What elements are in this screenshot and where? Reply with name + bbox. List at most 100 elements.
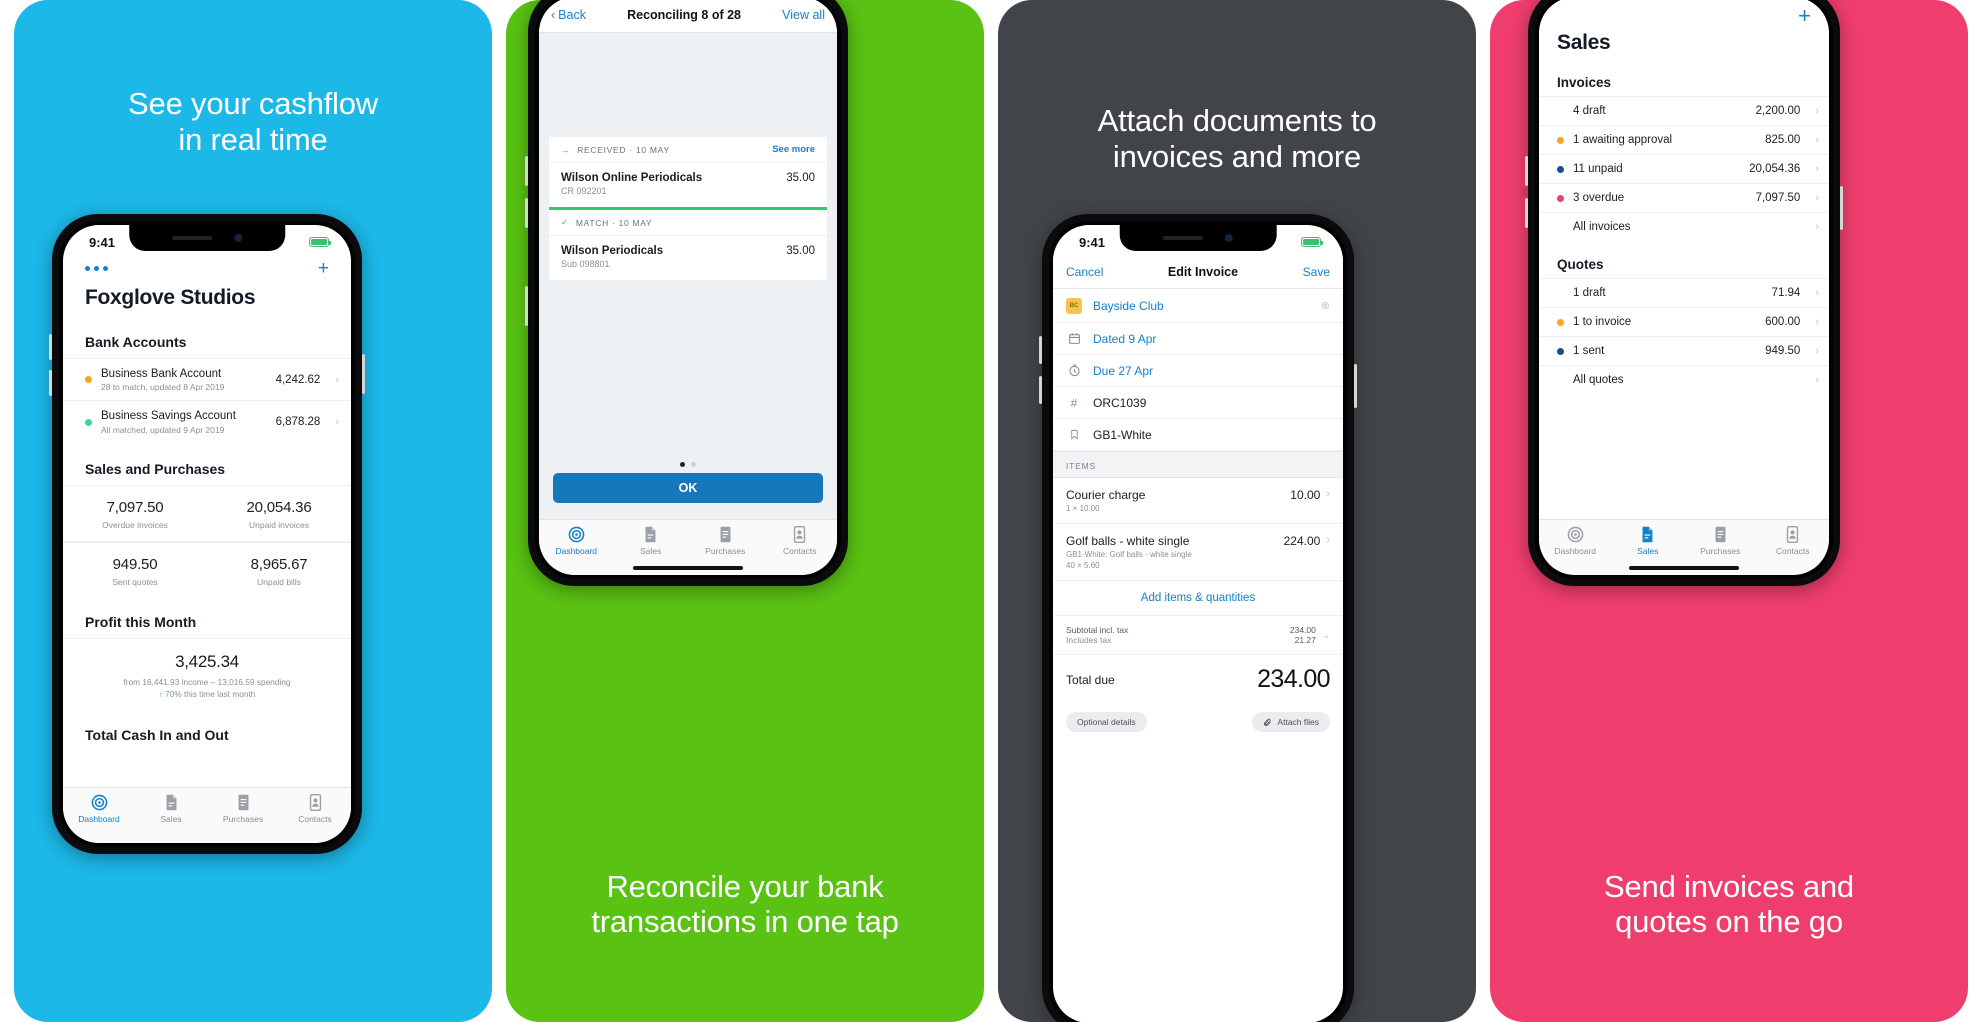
sales-header: plus-icon + (1539, 0, 1829, 27)
due-value: Due 27 Apr (1093, 363, 1154, 378)
power-button[interactable] (1354, 364, 1357, 408)
chevron-down-icon[interactable]: ⌄ (1323, 630, 1330, 641)
field-due[interactable]: Due 27 Apr (1053, 355, 1343, 387)
all-quotes-row[interactable]: All quotes › (1539, 365, 1829, 394)
tab-label: Sales (160, 814, 182, 824)
stat-cell[interactable]: 7,097.50 Overdue invoices (63, 486, 207, 541)
see-more-button[interactable]: See more (772, 144, 815, 155)
tab-label: Contacts (1775, 546, 1810, 556)
more-options-icon[interactable] (85, 266, 108, 271)
tab-dashboard[interactable]: Dashboard (1539, 526, 1612, 556)
page-dot[interactable] (691, 462, 696, 467)
invoice-row[interactable]: 3 overdue 7,097.50 › (1539, 183, 1829, 212)
add-button[interactable]: + (1798, 5, 1811, 27)
received-body: Wilson Online Periodicals CR 092201 35.0… (549, 163, 827, 207)
quote-value: 949.50 (1765, 345, 1801, 357)
tab-purchases[interactable]: Purchases (207, 794, 279, 824)
field-contact[interactable]: BC Bayside Club ⊗ (1053, 289, 1343, 323)
volume-down-button[interactable] (525, 198, 528, 228)
bank-account-row[interactable]: Business Bank Account 28 to match, updat… (63, 358, 351, 400)
clear-icon[interactable]: ⊗ (1321, 299, 1330, 312)
ok-button[interactable]: OK (553, 473, 823, 503)
invoice-item-row[interactable]: Golf balls - white single GB1-White: Gol… (1053, 524, 1343, 581)
page-dot-active[interactable] (680, 462, 685, 467)
bank-account-row[interactable]: Business Savings Account All matched, up… (63, 400, 351, 442)
view-all-button[interactable]: View all (782, 8, 825, 22)
dated-value: Dated 9 Apr (1093, 331, 1157, 346)
attach-files-button[interactable]: Attach files (1252, 712, 1330, 732)
document-icon (166, 794, 176, 811)
chevron-right-icon: › (1326, 534, 1330, 546)
chevron-right-icon: › (1815, 192, 1819, 204)
subtotal-row[interactable]: Subtotal incl. tax Includes tax 234.00 2… (1053, 616, 1343, 655)
stat-cell[interactable]: 949.50 Sent quotes (63, 541, 207, 598)
items-section-header: ITEMS (1053, 451, 1343, 478)
power-button[interactable] (1840, 186, 1843, 230)
field-reference[interactable]: # ORC1039 (1053, 387, 1343, 419)
tab-purchases[interactable]: Purchases (1684, 526, 1757, 556)
contacts-icon (794, 526, 806, 543)
panel-cashflow: See your cashflow in real time 9:41 + Fo… (14, 0, 492, 1022)
quote-row[interactable]: 1 sent 949.50 › (1539, 336, 1829, 365)
invoice-label: All invoices (1573, 221, 1631, 233)
tab-purchases[interactable]: Purchases (688, 526, 763, 556)
tab-sales[interactable]: Sales (614, 526, 689, 556)
tax-value: 21.27 (1294, 635, 1316, 645)
power-button[interactable] (362, 354, 365, 394)
section-invoices: Invoices (1557, 75, 1612, 90)
invoice-row[interactable]: 4 draft 2,200.00 › (1539, 96, 1829, 125)
tab-contacts[interactable]: Contacts (1757, 526, 1830, 556)
volume-down-button[interactable] (1525, 198, 1528, 228)
profit-summary[interactable]: 3,425.34 from 16,441.93 income – 13,016.… (63, 637, 351, 711)
match-card[interactable]: ✓ MATCH · 10 MAY Wilson Periodicals Sub … (549, 210, 827, 280)
quote-row[interactable]: 1 to invoice 600.00 › (1539, 307, 1829, 336)
add-icon[interactable]: + (318, 259, 329, 278)
cancel-button[interactable]: Cancel (1066, 265, 1103, 279)
stat-cell[interactable]: 8,965.67 Unpaid bills (207, 541, 351, 598)
back-button[interactable]: ‹ Back (551, 8, 586, 22)
quote-row[interactable]: 1 draft 71.94 › (1539, 278, 1829, 307)
account-sub: 28 to match, updated 8 Apr 2019 (101, 382, 225, 393)
volume-up-button[interactable] (525, 156, 528, 186)
panel-four-headline: Send invoices and quotes on the go (1490, 869, 1968, 940)
document-icon (1642, 526, 1653, 543)
panel-one-headline: See your cashflow in real time (14, 86, 492, 157)
field-dated[interactable]: Dated 9 Apr (1053, 323, 1343, 355)
tab-sales[interactable]: Sales (1612, 526, 1685, 556)
add-items-button[interactable]: Add items & quantities (1053, 581, 1343, 616)
home-indicator[interactable] (1629, 566, 1739, 570)
tab-dashboard[interactable]: Dashboard (539, 526, 614, 556)
earpiece-speaker (171, 236, 212, 240)
stat-cell[interactable]: 20,054.36 Unpaid invoices (207, 486, 351, 541)
volume-up-button[interactable] (1039, 336, 1042, 364)
quote-label: All quotes (1573, 374, 1624, 386)
stat-value: 949.50 (112, 555, 158, 573)
tab-contacts[interactable]: Contacts (763, 526, 838, 556)
save-button[interactable]: Save (1303, 265, 1330, 279)
contact-avatar-icon: BC (1066, 297, 1082, 314)
volume-up-button[interactable] (1525, 156, 1528, 186)
tab-sales[interactable]: Sales (135, 794, 207, 824)
tab-label: Purchases (1700, 546, 1741, 556)
volume-down-button[interactable] (49, 370, 52, 396)
headline-line-1: See your cashflow (128, 86, 378, 121)
all-invoices-row[interactable]: All invoices › (1539, 212, 1829, 241)
chevron-right-icon: › (335, 373, 339, 386)
tab-dashboard[interactable]: Dashboard (63, 794, 135, 824)
received-card[interactable]: → RECEIVED · 10 MAY See more Wilson Onli… (549, 137, 827, 207)
home-indicator[interactable] (633, 566, 743, 570)
power-button[interactable] (525, 286, 528, 326)
stats-grid-row-2: 949.50 Sent quotes 8,965.67 Unpaid bills (63, 540, 351, 598)
field-tag[interactable]: GB1-White (1053, 419, 1343, 451)
optional-details-button[interactable]: Optional details (1066, 712, 1147, 732)
invoice-row[interactable]: 11 unpaid 20,054.36 › (1539, 154, 1829, 183)
volume-down-button[interactable] (1039, 376, 1042, 404)
account-amount: 6,878.28 (275, 416, 321, 429)
volume-up-button[interactable] (49, 334, 52, 360)
invoice-item-row[interactable]: Courier charge 1 × 10.00 10.00 › (1053, 478, 1343, 524)
chevron-right-icon: › (1326, 488, 1330, 500)
invoice-row[interactable]: 1 awaiting approval 825.00 › (1539, 125, 1829, 154)
tag-value: GB1-White (1093, 427, 1152, 442)
quote-label: 1 sent (1573, 345, 1605, 357)
tab-contacts[interactable]: Contacts (279, 794, 351, 824)
